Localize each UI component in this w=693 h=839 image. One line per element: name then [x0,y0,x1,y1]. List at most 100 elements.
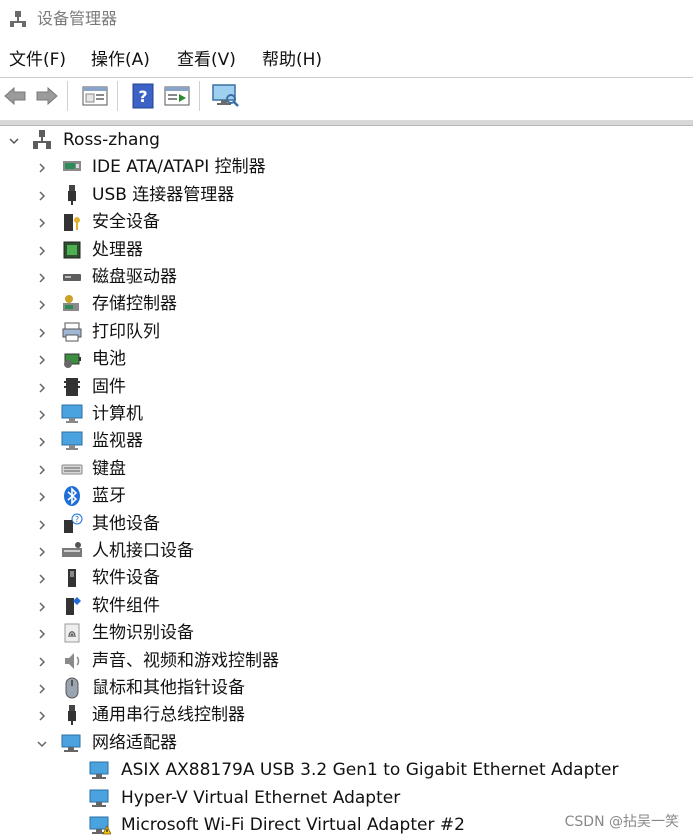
back-icon [4,86,26,106]
network-adapter-label: Microsoft Wi-Fi Direct Virtual Adapter #… [121,815,465,835]
security-device-icon [64,214,80,232]
chevron-right-icon[interactable] [35,326,49,340]
firmware-icon [64,377,80,396]
chevron-right-icon[interactable] [35,572,49,586]
tree-category-row[interactable]: 固件 [0,374,693,401]
tree-category-label: 固件 [92,376,126,397]
tree-category-row[interactable]: 声音、视频和游戏控制器 [0,648,693,675]
tree-category-label: 计算机 [92,404,143,424]
chevron-right-icon[interactable] [35,189,49,203]
chevron-right-icon[interactable] [35,271,49,285]
tree-category-row[interactable]: USB 连接器管理器 [0,182,693,209]
tree-category-row[interactable]: 生物识别设备 [0,620,693,647]
tree-category-row[interactable]: 磁盘驱动器 [0,264,693,291]
tree-category-row[interactable]: 软件组件 [0,593,693,620]
monitor-icon [61,431,83,451]
chevron-right-icon[interactable] [35,682,49,696]
tree-category-label: 处理器 [92,239,143,260]
tree-category-label: 声音、视频和游戏控制器 [92,650,279,671]
menu-file[interactable]: 文件(F) [9,49,66,71]
properties-button[interactable] [81,82,109,110]
tree-category-label: 人机接口设备 [92,541,194,561]
chevron-right-icon[interactable] [35,161,49,175]
chevron-right-icon[interactable] [35,545,49,559]
menu-bar: 文件(F) 操作(A) 查看(V) 帮助(H) [0,44,693,76]
tree-category-row[interactable]: 处理器 [0,237,693,264]
toolbar-divider [117,81,118,111]
back-button[interactable] [1,82,29,110]
tree-category-row[interactable]: 存储控制器 [0,291,693,318]
tree-category-label: 其他设备 [92,513,160,534]
software-component-icon [66,596,81,615]
chevron-right-icon[interactable] [35,408,49,422]
chevron-right-icon[interactable] [35,518,49,532]
device-tree: Ross-zhang IDE ATA/ATAPI 控制器 USB 连接器管理器安全… [0,126,693,839]
chevron-right-icon[interactable] [35,353,49,367]
chevron-right-icon[interactable] [35,709,49,723]
usb-connector-icon [68,184,76,205]
tree-category-row[interactable]: 人机接口设备 [0,538,693,565]
tree-category-row[interactable]: 网络适配器 [0,730,693,757]
chevron-right-icon[interactable] [35,627,49,641]
tree-category-label: 电池 [92,349,126,370]
chevron-right-icon[interactable] [35,381,49,395]
chevron-right-icon[interactable] [35,298,49,312]
tree-category-row[interactable]: 键盘 [0,456,693,483]
tree-category-label: 鼠标和其他指针设备 [92,678,245,698]
software-device-icon [68,569,76,588]
menu-view[interactable]: 查看(V) [177,49,236,71]
chevron-right-icon[interactable] [35,244,49,258]
toolbar-divider [199,81,200,111]
tree-category-row[interactable]: 安全设备 [0,209,693,236]
chevron-right-icon[interactable] [35,435,49,449]
disk-drive-icon [63,274,81,281]
tree-root[interactable]: Ross-zhang [0,127,693,154]
tree-category-label: 磁盘驱动器 [92,267,177,287]
other-devices-icon: ? [64,513,83,533]
tree-category-row[interactable]: 打印队列 [0,319,693,346]
toolbar: ? [0,79,693,115]
bluetooth-icon [64,486,80,507]
hid-icon [62,542,82,557]
mouse-icon [65,677,79,699]
tree-category-label: IDE ATA/ATAPI 控制器 [92,157,266,178]
tree-category-row[interactable]: 鼠标和其他指针设备 [0,675,693,702]
sound-icon [65,652,80,669]
network-adapter-icon [89,761,109,780]
tree-category-row[interactable]: 电池 [0,346,693,373]
tree-category-row[interactable]: 蓝牙 [0,483,693,510]
update-driver-button[interactable] [163,82,191,110]
tree-category-row[interactable]: IDE ATA/ATAPI 控制器 [0,154,693,181]
network-adapter-row[interactable]: Hyper-V Virtual Ethernet Adapter [0,785,693,812]
keyboard-icon [61,464,83,475]
tree-category-label: 键盘 [92,458,126,479]
chevron-right-icon[interactable] [35,216,49,230]
chevron-right-icon[interactable] [35,600,49,614]
chevron-right-icon[interactable] [35,655,49,669]
tree-category-row[interactable]: 软件设备 [0,565,693,592]
tree-category-row[interactable]: 计算机 [0,401,693,428]
help-button[interactable]: ? [129,82,157,110]
processor-icon [63,241,81,259]
computer-icon [61,404,83,423]
chevron-down-icon[interactable] [7,134,21,148]
chevron-right-icon[interactable] [35,490,49,504]
scan-hardware-icon [212,84,239,107]
tree-category-label: 通用串行总线控制器 [92,705,245,726]
chevron-down-icon[interactable] [35,737,49,751]
tree-category-label: 安全设备 [92,212,160,233]
forward-button[interactable] [33,82,61,110]
tree-category-label: 存储控制器 [92,294,177,315]
chevron-right-icon[interactable] [35,463,49,477]
tree-category-label: 软件设备 [92,568,160,589]
menu-action[interactable]: 操作(A) [91,49,150,71]
network-adapter-row[interactable]: ASIX AX88179A USB 3.2 Gen1 to Gigabit Et… [0,757,693,784]
network-adapter-icon [89,789,109,807]
scan-hardware-button[interactable] [211,82,239,110]
tree-category-row[interactable]: ? 其他设备 [0,511,693,538]
battery-icon [64,353,81,369]
menu-help[interactable]: 帮助(H) [262,49,322,71]
tree-category-row[interactable]: 通用串行总线控制器 [0,702,693,729]
tree-category-row[interactable]: 监视器 [0,428,693,455]
storage-controller-icon [63,295,79,312]
